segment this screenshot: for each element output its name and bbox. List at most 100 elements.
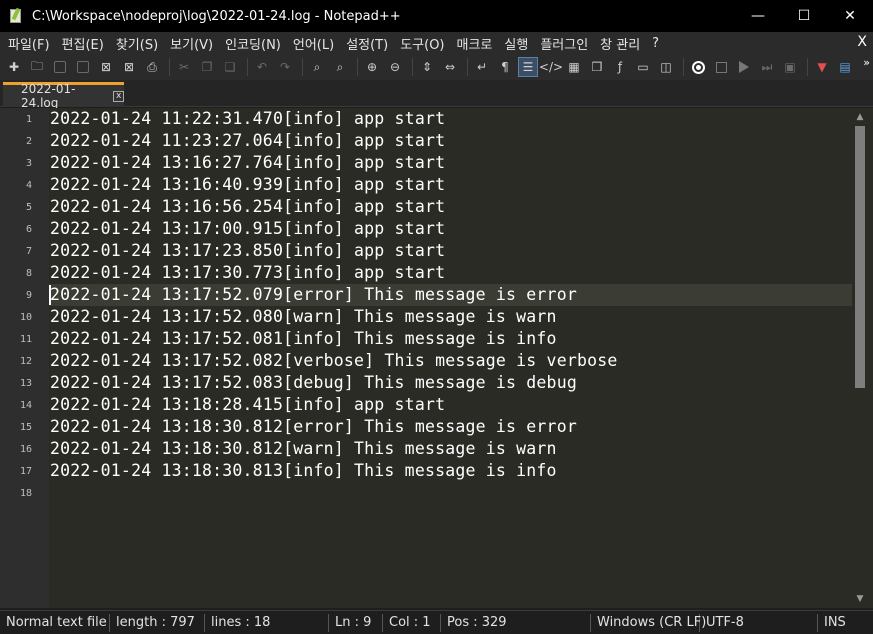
indent-guide-icon[interactable]: ☰ [518, 57, 538, 77]
play-multiple-icon[interactable]: ⏭ [757, 57, 777, 77]
close-all-icon[interactable]: ⊠ [119, 57, 139, 77]
scroll-up-icon[interactable]: ▲ [852, 110, 868, 124]
code-line[interactable]: 2022-01-24 13:16:40.939[info] app start [50, 174, 445, 196]
menu-help[interactable]: ? [648, 36, 663, 51]
menu-file[interactable]: 파일(F) [4, 34, 54, 53]
line-number: 1 [25, 114, 32, 125]
editor[interactable]: 1 2 3 4 5 6 7 8 9 10 11 12 13 14 15 16 17 18 2022-01-24 1… [0, 108, 873, 608]
line-number: 2 [25, 136, 32, 147]
sync-vertical-icon[interactable]: ⇕ [417, 57, 437, 77]
tab-overflow-icon[interactable]: » [863, 56, 870, 69]
code-line[interactable]: 2022-01-24 13:17:23.850[info] app start [50, 240, 445, 262]
doc-list-icon[interactable]: ❒ [587, 57, 607, 77]
open-folder-icon[interactable]: 🗀 [27, 57, 47, 77]
line-number: 18 [19, 488, 32, 499]
code-line[interactable]: 2022-01-24 13:18:28.415[info] app start [50, 394, 445, 416]
code-line[interactable]: 2022-01-24 13:18:30.813[info] This messa… [50, 460, 557, 482]
line-number-gutter: 1 2 3 4 5 6 7 8 9 10 11 12 13 14 15 16 17 18 [0, 108, 49, 608]
text-area[interactable]: 2022-01-24 11:22:31.470[info] app start 2… [49, 108, 852, 608]
notepad-plus-plus-icon[interactable] [8, 7, 24, 24]
code-line[interactable]: 2022-01-24 11:22:31.470[info] app start [50, 108, 445, 130]
line-number: 11 [19, 334, 32, 345]
menu-run[interactable]: 실행 [500, 34, 532, 53]
status-col: Col : 1 [383, 613, 441, 632]
paste-icon[interactable]: ❏ [220, 57, 240, 77]
minimize-button[interactable]: — [735, 0, 781, 32]
scroll-thumb[interactable] [855, 126, 865, 388]
close-icon[interactable]: ⊠ [96, 57, 116, 77]
code-line[interactable]: 2022-01-24 13:17:52.080[warn] This messa… [50, 306, 557, 328]
save-all-icon[interactable] [73, 57, 93, 77]
code-line[interactable]: 2022-01-24 13:16:27.764[info] app start [50, 152, 445, 174]
menu-macro[interactable]: 매크로 [453, 34, 497, 53]
sync-horizontal-icon[interactable]: ⇔ [440, 57, 460, 77]
close-document-button[interactable]: X [857, 34, 867, 50]
xml-icon[interactable]: </> [539, 57, 563, 77]
panel-icon[interactable]: ▼ [812, 57, 832, 77]
redo-icon[interactable]: ↷ [275, 57, 295, 77]
status-lines: lines : 18 [205, 613, 329, 632]
stop-record-icon[interactable] [711, 57, 731, 77]
code-line[interactable]: 2022-01-24 13:16:56.254[info] app start [50, 196, 445, 218]
code-line[interactable]: 2022-01-24 13:18:30.812[warn] This messa… [50, 438, 557, 460]
line-number: 4 [25, 180, 32, 191]
zoom-out-icon[interactable]: ⊖ [385, 57, 405, 77]
monitor-icon[interactable]: ▭ [633, 57, 653, 77]
code-line[interactable]: 2022-01-24 13:17:52.083[debug] This mess… [50, 372, 577, 394]
show-all-chars-icon[interactable]: ¶ [495, 57, 515, 77]
vertical-scrollbar[interactable]: ▲ ▼ [852, 108, 868, 608]
new-file-icon[interactable]: ✚ [4, 57, 24, 77]
play-macro-icon[interactable] [734, 57, 754, 77]
tab-close-icon[interactable]: x [113, 90, 124, 102]
find-icon[interactable]: ⌕ [307, 57, 327, 77]
save-macro-icon[interactable]: ▣ [780, 57, 800, 77]
copy-icon[interactable]: ❐ [197, 57, 217, 77]
print-icon[interactable]: ⎙ [142, 57, 162, 77]
status-pos: Pos : 329 [441, 613, 591, 632]
cut-icon[interactable]: ✂ [174, 57, 194, 77]
maximize-button[interactable]: ☐ [781, 0, 827, 32]
menu-language[interactable]: 언어(L) [289, 34, 338, 53]
menu-tools[interactable]: 도구(O) [396, 34, 448, 53]
function-list-icon[interactable]: ƒ [610, 57, 630, 77]
status-eol[interactable]: Windows (CR LF) [591, 613, 706, 632]
menu-bar: 파일(F) 편집(E) 찾기(S) 보기(V) 인코딩(N) 언어(L) 설정(… [0, 32, 873, 54]
tab-2022-01-24-log[interactable]: 2022-01-24.log x [3, 82, 124, 110]
status-ln: Ln : 9 [329, 613, 383, 632]
code-line[interactable]: 2022-01-24 13:17:30.773[info] app start [50, 262, 445, 284]
line-number: 6 [25, 224, 32, 235]
code-line[interactable]: 2022-01-24 11:23:27.064[info] app start [50, 130, 445, 152]
menu-window[interactable]: 창 관리 [596, 34, 644, 53]
scroll-down-icon[interactable]: ▼ [852, 592, 868, 606]
menu-settings[interactable]: 설정(T) [342, 34, 392, 53]
code-line[interactable]: 2022-01-24 13:17:52.081[info] This messa… [50, 328, 557, 350]
document-map-icon[interactable]: ▦ [564, 57, 584, 77]
menu-search[interactable]: 찾기(S) [112, 34, 162, 53]
save-icon[interactable] [50, 57, 70, 77]
line-number: 8 [25, 268, 32, 279]
plugin-icon[interactable]: ▤ [835, 57, 855, 77]
status-mode[interactable]: INS [818, 614, 852, 632]
undo-icon[interactable]: ↶ [252, 57, 272, 77]
replace-icon[interactable]: ⌕ [330, 57, 350, 77]
status-length: length : 797 [110, 613, 205, 632]
code-line[interactable]: 2022-01-24 13:17:00.915[info] app start [50, 218, 445, 240]
line-number: 15 [19, 422, 32, 433]
status-file-type: Normal text file [0, 613, 110, 632]
menu-edit[interactable]: 편집(E) [58, 34, 108, 53]
window-title: C:\Workspace\nodeproj\log\2022-01-24.log… [32, 8, 401, 24]
record-macro-icon[interactable] [688, 57, 708, 77]
zoom-in-icon[interactable]: ⊕ [362, 57, 382, 77]
code-line[interactable]: 2022-01-24 13:17:52.082[verbose] This me… [50, 350, 618, 372]
screenshot-icon[interactable]: ◫ [656, 57, 676, 77]
menu-view[interactable]: 보기(V) [166, 34, 217, 53]
line-number: 10 [19, 312, 32, 323]
close-button[interactable]: ✕ [827, 0, 873, 32]
menu-plugins[interactable]: 플러그인 [536, 34, 592, 53]
tab-bar: 2022-01-24.log x » [0, 56, 873, 110]
code-line[interactable]: 2022-01-24 13:18:30.812[error] This mess… [50, 416, 577, 438]
menu-encoding[interactable]: 인코딩(N) [221, 34, 285, 53]
status-encoding[interactable]: UTF-8 [700, 613, 818, 632]
word-wrap-icon[interactable]: ↵ [472, 57, 492, 77]
code-line[interactable]: 2022-01-24 13:17:52.079[error] This mess… [50, 284, 577, 306]
